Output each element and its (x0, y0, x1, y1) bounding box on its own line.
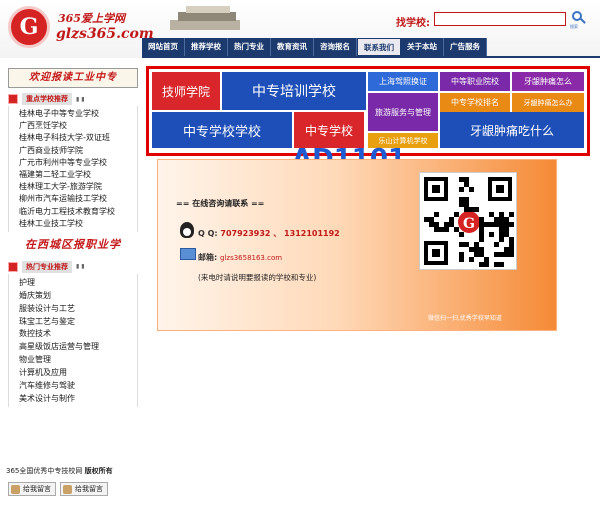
ad-tile-1[interactable]: 中专培训学校 (222, 72, 366, 110)
message-icon (11, 484, 20, 494)
logo-domain: glzs365.com (56, 26, 154, 42)
search-button[interactable]: 搜索 (570, 10, 592, 30)
section-icon (8, 261, 18, 272)
major-link[interactable]: 汽车维修与驾驶 (19, 379, 137, 392)
qq-line: Q Q: 707923932 、 1312101192 (198, 228, 340, 239)
qq-value[interactable]: 707923932 、 1312101192 (220, 229, 339, 238)
main-nav: 网站首页 推荐学校 热门专业 教育资讯 咨询报名 联系我们 关于本站 广告服务 (142, 38, 487, 56)
search-label: 找学校: (396, 18, 430, 29)
mail-label: 邮箱: (198, 253, 218, 262)
copyright-rights: 版权所有 (84, 467, 113, 475)
school-link[interactable]: 临沂电力工程技术教育学校 (19, 206, 137, 218)
logo-title: 365爱上学网 (58, 12, 125, 25)
ad-tile-6[interactable]: 中专学校排名 (440, 93, 510, 112)
arrow-icon: ▮ ▮ (76, 95, 85, 103)
school-list: 桂林电子中等专业学校 广西烹饪学校 桂林电子科技大学-双证班 广西商业技师学院 广元市利… (8, 106, 138, 232)
school-link[interactable]: 广西商业技师学院 (19, 145, 137, 157)
nav-item-5[interactable]: 联系我们 (357, 38, 401, 56)
major-link[interactable]: 护理 (19, 276, 137, 289)
leave-message-label-2: 给我留言 (75, 485, 103, 493)
major-list: 护理 婚庆策划 服装设计与工艺 珠宝工艺与鉴定 数控技术 高星级饭店运营与管理 物业管理 计算… (8, 273, 138, 407)
hot-majors-header: 热门专业推荐 ▮ ▮ (8, 259, 138, 274)
books-icon (160, 2, 250, 38)
school-link[interactable]: 福建第二轻工业学校 (19, 169, 137, 181)
nav-item-6[interactable]: 关于本站 (401, 38, 444, 56)
page: G 365爱上学网 glzs365.com 找学校: 搜索 网站首页 推荐学校 热门… (0, 0, 600, 515)
ad-tile-7[interactable]: 牙龈肿痛怎么办 (512, 93, 584, 112)
mail-value[interactable]: glzs3658163.com (220, 254, 282, 262)
mail-icon (180, 248, 196, 260)
nav-item-0[interactable]: 网站首页 (142, 38, 185, 56)
ad-tile-4[interactable]: 牙龈肿痛怎么 (512, 72, 584, 91)
major-link[interactable]: 珠宝工艺与鉴定 (19, 315, 137, 328)
contact-title: == 在线咨询请联系 == (176, 199, 265, 208)
major-link[interactable]: 服装设计与工艺 (19, 302, 137, 315)
site-header: G 365爱上学网 glzs365.com 找学校: 搜索 网站首页 推荐学校 热门… (0, 0, 600, 58)
search-input[interactable] (434, 12, 566, 26)
sidebar: 欢迎报读工业中专 重点学校推荐 ▮ ▮ 桂林电子中等专业学校 广西烹饪学校 桂林电子… (8, 68, 138, 458)
qq-penguin-icon (180, 222, 194, 238)
school-link[interactable]: 广西烹饪学校 (19, 120, 137, 132)
school-link[interactable]: 桂林工业技工学校 (19, 218, 137, 230)
major-link[interactable]: 物业管理 (19, 353, 137, 366)
ad-tile-0[interactable]: 技师学院 (152, 72, 220, 110)
major-link[interactable]: 美术设计与制作 (19, 392, 137, 405)
major-link[interactable]: 婚庆策划 (19, 289, 137, 302)
sidebar-banner-mid[interactable]: 在西城区报职业学 (8, 235, 138, 256)
hot-majors-title: 热门专业推荐 (22, 260, 72, 273)
ad-tile-2[interactable]: 上海驾照换证 (368, 72, 438, 91)
search-button-caption: 搜索 (570, 24, 578, 29)
leave-message-button[interactable]: 给我留言 (8, 482, 56, 496)
school-link[interactable]: 桂林电子中等专业学校 (19, 108, 137, 120)
school-link[interactable]: 桂林电子科技大学-双证班 (19, 132, 137, 144)
nav-item-4[interactable]: 咨询报名 (314, 38, 357, 56)
section-icon (8, 94, 18, 104)
contact-note: (来电时请说明要报读的学校和专业) (198, 273, 317, 282)
leave-message-button-2[interactable]: 给我留言 (60, 482, 108, 496)
school-link[interactable]: 广元市利州中等专业学校 (19, 157, 137, 169)
site-logo[interactable]: G 365爱上学网 glzs365.com (8, 4, 154, 52)
school-link[interactable]: 柳州市汽车运输技工学校 (19, 193, 137, 205)
recommend-schools-header: 重点学校推荐 ▮ ▮ (8, 92, 138, 106)
nav-item-3[interactable]: 教育资讯 (271, 38, 314, 56)
ad-tile-5[interactable]: 旅游服务与管理 (368, 93, 438, 131)
nav-item-1[interactable]: 推荐学校 (185, 38, 228, 56)
leave-message-label: 给我留言 (23, 485, 51, 493)
contact-panel: == 在线咨询请联系 == Q Q: 707923932 、 131210119… (157, 159, 557, 331)
major-link[interactable]: 计算机及应用 (19, 366, 137, 379)
nav-item-2[interactable]: 热门专业 (228, 38, 271, 56)
copyright: 365全国优秀中专技校网 版权所有 (6, 466, 113, 476)
ad-tile-3[interactable]: 中等职业院校 (440, 72, 510, 91)
major-link[interactable]: 数控技术 (19, 327, 137, 340)
recommend-schools-title: 重点学校推荐 (22, 93, 72, 105)
logo-g-icon: G (8, 6, 50, 48)
copyright-site: 365全国优秀中专技校网 (6, 467, 83, 475)
sidebar-banner-top[interactable]: 欢迎报读工业中专 (8, 68, 138, 88)
school-link[interactable]: 桂林理工大学-旅游学院 (19, 181, 137, 193)
major-link[interactable]: 高星级饭店运营与管理 (19, 340, 137, 353)
arrow-icon: ▮ ▮ (76, 263, 85, 271)
ad-board: 技师学院 中专培训学校 上海驾照换证 中等职业院校 牙龈肿痛怎么旅游服务与管理 中专学校排… (146, 66, 590, 156)
mail-line: 邮箱: glzs3658163.com (198, 252, 282, 263)
qr-caption: 微信扫一扫,优秀学校早知道 (428, 315, 502, 322)
message-icon (63, 484, 72, 494)
nav-item-7[interactable]: 广告服务 (444, 38, 487, 56)
ad-tile-11[interactable]: 牙龈肿痛吃什么 (440, 112, 584, 148)
ad-tile-9[interactable]: 中专学校 (294, 112, 364, 148)
ad-tile-8[interactable]: 中专学校学校 (152, 112, 292, 148)
qq-label: Q Q: (198, 229, 218, 238)
wechat-qr-code: G (419, 172, 517, 270)
